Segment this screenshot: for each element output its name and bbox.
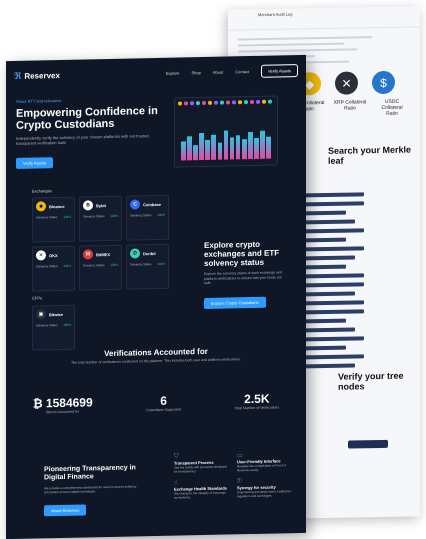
nav-link[interactable]: Contact (235, 69, 249, 74)
coin-row: ◆ ✕ $ (298, 70, 395, 96)
back-page-button[interactable] (348, 439, 388, 449)
bitwise-icon: ▣ (36, 309, 46, 320)
feature-desc: Navigate the complexities of Proof of Re… (237, 463, 286, 473)
feature-desc: See the clarity with processes designed … (174, 464, 227, 474)
nav-link[interactable]: Explore (166, 70, 180, 75)
coinbase-icon: C (130, 199, 140, 210)
bitmex-icon: M (83, 249, 93, 260)
okx-icon: ✕ (36, 250, 46, 261)
card-status: Solvency Status (83, 263, 105, 268)
stat-label: Total Number of Verifications (234, 405, 280, 411)
pioneer-section: Pioneering Transparency in Digital Finan… (44, 464, 144, 517)
feature-desc: We champion the integrity of exchange ec… (174, 490, 226, 500)
coin-names: BNB Collateral Ratio XRP Collateral Rati… (291, 99, 409, 119)
nav-link[interactable]: About (213, 69, 223, 74)
card-name: Bybit (96, 202, 106, 208)
card-pct: 104% (63, 263, 71, 268)
top-nav: ℜ Reservex Explore Shop About Contact Ve… (6, 55, 306, 91)
bybit-icon: B (83, 200, 93, 211)
card-name: Deribit (143, 250, 156, 256)
features-grid: ⛉ Transparent Process See the clarity wi… (174, 451, 294, 500)
stat: 6 Custodians Supported (146, 393, 181, 412)
stat: 2.5K Total Number of Verifications (234, 391, 280, 411)
cfp-card[interactable]: ▣ Bitwise Solvency Status 100% (32, 304, 75, 351)
merkle-list (304, 187, 364, 373)
feature: ▭ User-Friendly Interface Navigate the c… (237, 451, 294, 472)
exchanges-label: Exchanges (32, 188, 52, 194)
verify-assets-nav-button[interactable]: Verify Assets (261, 63, 298, 78)
feature-desc: Empowering exchange users, traditional r… (237, 489, 291, 499)
stat-value: 2.5K (244, 391, 270, 407)
card-status: Solvency Status (36, 323, 58, 328)
xrp-icon: ✕ (335, 71, 358, 95)
card-name: OKX (49, 252, 58, 258)
dashboard-bars (181, 125, 271, 161)
coin-name: XRP Collateral Ratio (333, 99, 367, 112)
nav-links: Explore Shop About Contact Verify Assets (166, 63, 298, 80)
card-pct: 104% (63, 214, 71, 219)
back-page-header: Merchant Audit Log (228, 6, 420, 31)
binance-icon: ◆ (36, 201, 46, 212)
pioneer-desc: We provide a comprehensive dashboard for… (44, 484, 137, 495)
stat-label: Custodians Supported (146, 407, 181, 413)
explore-title: Explore crypto exchanges and ETF solvenc… (204, 239, 280, 268)
card-pct: 102% (157, 261, 165, 266)
exchange-card[interactable]: B Bybit Solvency Status 118% (79, 195, 122, 242)
explore-custodians-button[interactable]: Explore Crypto Custodians (204, 296, 266, 309)
card-name: Binance (49, 203, 65, 209)
exchange-card[interactable]: ◆ Binance Solvency Status 104% (32, 196, 75, 243)
stats-row: ₿ 1584699 Bitcoin Accounted for 6 Custod… (6, 391, 306, 415)
nav-link[interactable]: Shop (192, 70, 201, 75)
feature: ☝ Exchange Health Standards We champion … (174, 478, 231, 500)
dashboard-preview (174, 95, 278, 168)
explore-desc: Explore the solvency status of each exch… (204, 270, 283, 285)
stat: ₿ 1584699 Bitcoin Accounted for (33, 395, 93, 414)
feature: ⚿ Synergy for security Empowering exchan… (237, 477, 294, 498)
exchange-cards: ◆ Binance Solvency Status 104% B Bybit Solv… (32, 194, 170, 351)
hero-section: About RTT and relevance Empowering Confi… (16, 96, 166, 170)
explore-section: Explore crypto exchanges and ETF solvenc… (204, 239, 284, 309)
reservex-landing-page: ℜ Reservex Explore Shop About Contact Ve… (6, 54, 306, 539)
card-status: Solvency Status (83, 214, 105, 219)
brand-logo[interactable]: ℜ Reservex (14, 70, 60, 82)
card-pct: 109% (110, 262, 118, 267)
card-pct: 100% (157, 212, 165, 217)
card-name: Bitwise (49, 311, 64, 317)
brand-name: Reservex (24, 70, 60, 81)
stat-value: ₿ 1584699 (32, 395, 93, 411)
coin-name: USDC Collateral Ratio (381, 98, 403, 117)
card-status: Solvency Status (36, 215, 58, 220)
feature: ⛉ Transparent Process See the clarity wi… (174, 452, 231, 474)
card-pct: 100% (63, 322, 71, 327)
card-status: Solvency Status (130, 262, 152, 267)
hero-subtitle: Independently verify the solvency of you… (16, 133, 150, 146)
card-status: Solvency Status (36, 264, 58, 269)
verify-title: Verify your tree nodes (338, 370, 404, 392)
exchange-card[interactable]: ✕ OKX Solvency Status 104% (32, 245, 75, 292)
dashboard-dots (175, 96, 277, 108)
card-status: Solvency Status (130, 213, 152, 218)
exchange-card[interactable]: C Coinbase Solvency Status 100% (126, 194, 169, 241)
verify-assets-button[interactable]: Verify Assets (16, 157, 53, 169)
search-title: Search your Merkle leaf (328, 144, 412, 166)
exchange-card[interactable]: D Deribit Solvency Status 102% (126, 243, 169, 290)
pioneer-title: Pioneering Transparency in Digital Finan… (44, 464, 136, 482)
exchange-card[interactable]: M BitMEX Solvency Status 109% (79, 244, 122, 291)
hero-title: Empowering Confidence in Crypto Custodia… (16, 104, 158, 132)
card-name: BitMEX (96, 251, 110, 257)
card-pct: 118% (110, 213, 118, 218)
logo-icon: ℜ (14, 70, 22, 81)
hero-eyebrow: About RTT and relevance (16, 97, 62, 104)
deribit-icon: D (130, 248, 140, 259)
usdc-icon: $ (372, 70, 395, 95)
stat-value: 6 (160, 393, 167, 408)
about-button[interactable]: About Reservex (44, 504, 87, 517)
card-name: Coinbase (143, 201, 162, 207)
